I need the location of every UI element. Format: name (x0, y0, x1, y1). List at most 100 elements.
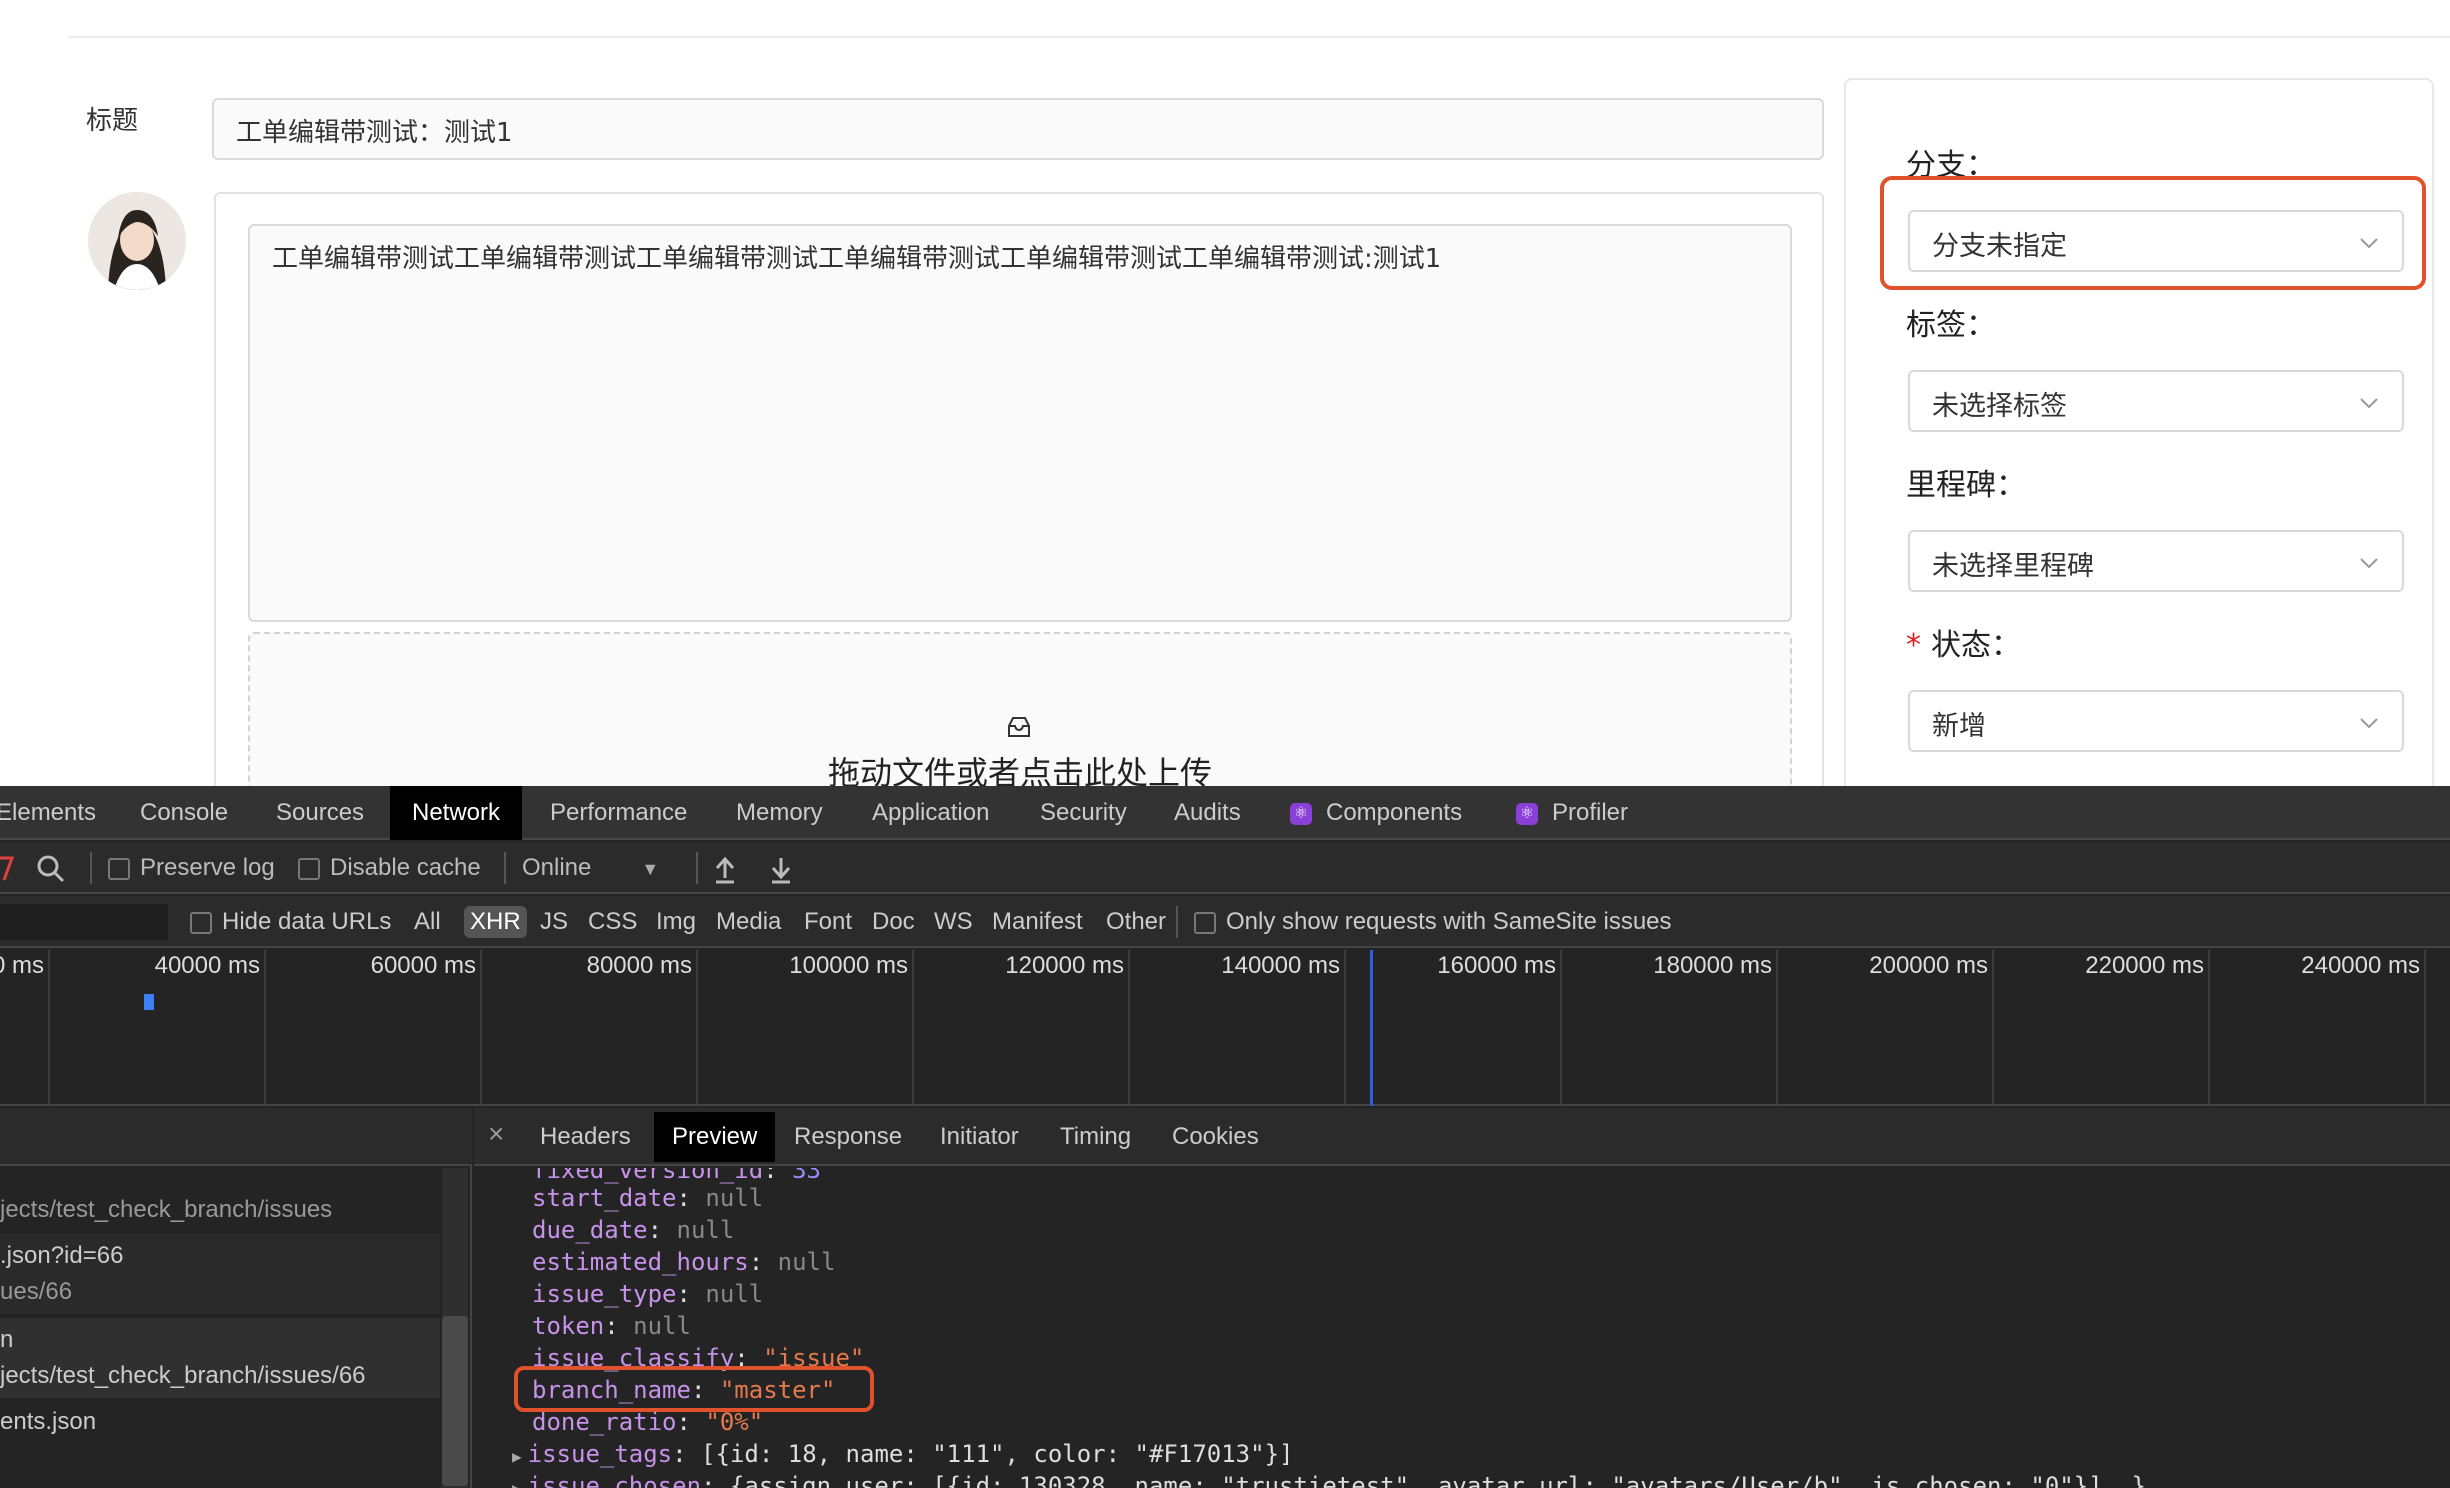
tab-headers[interactable]: Headers (540, 1112, 631, 1162)
title-label: 标题 (86, 106, 139, 136)
filter-input[interactable] (0, 904, 168, 940)
request-name: jects/test_check_branch/issues (0, 1196, 333, 1223)
search-icon[interactable] (36, 854, 66, 884)
request-row[interactable]: jects/test_check_branch/issues (0, 1196, 332, 1224)
status-select[interactable]: 新增 (1908, 690, 2404, 752)
filter-type-xhr[interactable]: XHR (464, 906, 527, 938)
filter-type-all[interactable]: All (414, 896, 441, 948)
json-line: estimated_hours: null (532, 1248, 836, 1276)
milestone-select[interactable]: 未选择里程碑 (1908, 530, 2404, 592)
timeline-tick-label: 40000 ms (154, 952, 260, 979)
tab-sources[interactable]: Sources (276, 786, 364, 840)
samesite-checkbox[interactable]: Only show requests with SameSite issues (1194, 896, 1672, 948)
preserve-log-label: Preserve log (140, 854, 275, 881)
filter-type-media[interactable]: Media (716, 896, 781, 948)
hide-data-urls-checkbox[interactable]: Hide data URLs (190, 896, 391, 948)
toolbar-divider (1176, 906, 1178, 938)
checkbox-icon (190, 911, 212, 934)
preserve-log-checkbox[interactable]: Preserve log (108, 842, 275, 894)
json-line: fixed_version_id: 33 (532, 1168, 821, 1184)
filter-type-font[interactable]: Font (804, 896, 852, 948)
expand-triangle-icon: ▶ (512, 1447, 522, 1466)
upload-har-icon[interactable] (712, 854, 738, 884)
tab-application[interactable]: Application (872, 786, 989, 840)
json-line[interactable]: ▶ issue_tags: [{id: 18, name: "111", colo… (512, 1440, 1293, 1468)
download-har-icon[interactable] (768, 854, 794, 884)
tab-components-label: Components (1326, 799, 1463, 826)
checkbox-icon (108, 857, 130, 880)
request-row[interactable]: .json?id=66 (0, 1242, 123, 1270)
chevron-down-icon (2360, 398, 2378, 409)
timeline-gridline (1128, 950, 1130, 1106)
tab-initiator[interactable]: Initiator (940, 1112, 1019, 1162)
description-textarea[interactable]: 工单编辑带测试工单编辑带测试工单编辑带测试工单编辑带测试工单编辑带测试工单编辑带… (248, 224, 1792, 622)
timeline-tick-label: 60000 ms (370, 952, 476, 979)
timeline-tick-label: 160000 ms (1437, 952, 1556, 979)
preview-json-tree: fixed_version_id: 33 start_date: null du… (474, 1168, 2450, 1488)
request-timing-bar (144, 994, 154, 1010)
disable-cache-label: Disable cache (330, 854, 481, 881)
filter-icon[interactable] (0, 856, 14, 882)
filter-type-img[interactable]: Img (656, 896, 696, 948)
request-row[interactable]: n (0, 1326, 13, 1354)
avatar (88, 192, 186, 290)
react-icon: ⚛ (1290, 802, 1312, 825)
filter-type-js[interactable]: JS (540, 896, 568, 948)
tab-profiler[interactable]: ⚛ Profiler (1516, 786, 1628, 840)
tab-network[interactable]: Network (390, 786, 523, 840)
tab-timing[interactable]: Timing (1060, 1112, 1131, 1162)
chevron-down-icon (2360, 718, 2378, 729)
filter-type-manifest[interactable]: Manifest (992, 896, 1083, 948)
title-input[interactable]: 工单编辑带测试：测试1 (212, 98, 1824, 160)
request-path: ues/66 (0, 1278, 73, 1305)
timeline-gridline (696, 950, 698, 1106)
close-icon[interactable]: × (488, 1118, 504, 1150)
timeline-gridline (912, 950, 914, 1106)
tags-select[interactable]: 未选择标签 (1908, 370, 2404, 432)
timeline-tick-label: 120000 ms (1005, 952, 1124, 979)
request-row[interactable]: ents.json (0, 1408, 96, 1436)
tab-security[interactable]: Security (1040, 786, 1127, 840)
branch-name-highlight-box (514, 1366, 874, 1412)
filter-type-css[interactable]: CSS (588, 896, 637, 948)
request-path: jects/test_check_branch/issues/66 (0, 1362, 366, 1389)
request-name: .json?id=66 (0, 1242, 124, 1269)
json-line: due_date: null (532, 1216, 735, 1244)
disable-cache-checkbox[interactable]: Disable cache (298, 842, 481, 894)
status-select-value: 新增 (1932, 711, 1986, 742)
status-label: * 状态： (1906, 620, 2021, 664)
tab-console[interactable]: Console (140, 786, 228, 840)
filter-type-ws[interactable]: WS (934, 896, 973, 948)
tab-audits[interactable]: Audits (1174, 786, 1241, 840)
required-marker: * (1906, 628, 1921, 663)
checkbox-icon (298, 857, 320, 880)
throttle-value: Online (522, 854, 592, 881)
tab-elements[interactable]: Elements (0, 786, 96, 840)
filter-type-doc[interactable]: Doc (872, 896, 915, 948)
inbox-icon (1004, 712, 1034, 742)
tab-memory[interactable]: Memory (736, 786, 823, 840)
timeline-gridline (1560, 950, 1562, 1106)
tab-preview[interactable]: Preview (654, 1112, 776, 1162)
status-label-text: 状态： (1931, 628, 2021, 663)
react-icon: ⚛ (1516, 802, 1538, 825)
json-line: done_ratio: "0%" (532, 1408, 764, 1436)
tab-response[interactable]: Response (794, 1112, 902, 1162)
scrollbar-thumb[interactable] (442, 1316, 468, 1486)
timeline-tick-label: 180000 ms (1653, 952, 1772, 979)
timeline-tick-label: 0 ms (0, 952, 44, 979)
tags-select-value: 未选择标签 (1932, 391, 2067, 422)
milestone-select-value: 未选择里程碑 (1932, 551, 2094, 582)
tab-performance[interactable]: Performance (550, 786, 687, 840)
tab-components[interactable]: ⚛ Components (1290, 786, 1462, 840)
throttle-select[interactable]: Online ▼ (522, 842, 659, 895)
filter-bar: Hide data URLs All XHR JS CSS Img Media … (0, 896, 2450, 948)
tab-cookies[interactable]: Cookies (1172, 1112, 1259, 1162)
timeline-tick-label: 100000 ms (789, 952, 908, 979)
timeline-gridline (1776, 950, 1778, 1106)
json-line[interactable]: ▶issue_chosen: {assign_user: [{id: 13032… (512, 1472, 2146, 1488)
checkbox-icon (1194, 911, 1216, 934)
filter-type-other[interactable]: Other (1106, 896, 1166, 948)
tab-profiler-label: Profiler (1552, 799, 1629, 826)
hide-data-urls-label: Hide data URLs (222, 908, 392, 935)
